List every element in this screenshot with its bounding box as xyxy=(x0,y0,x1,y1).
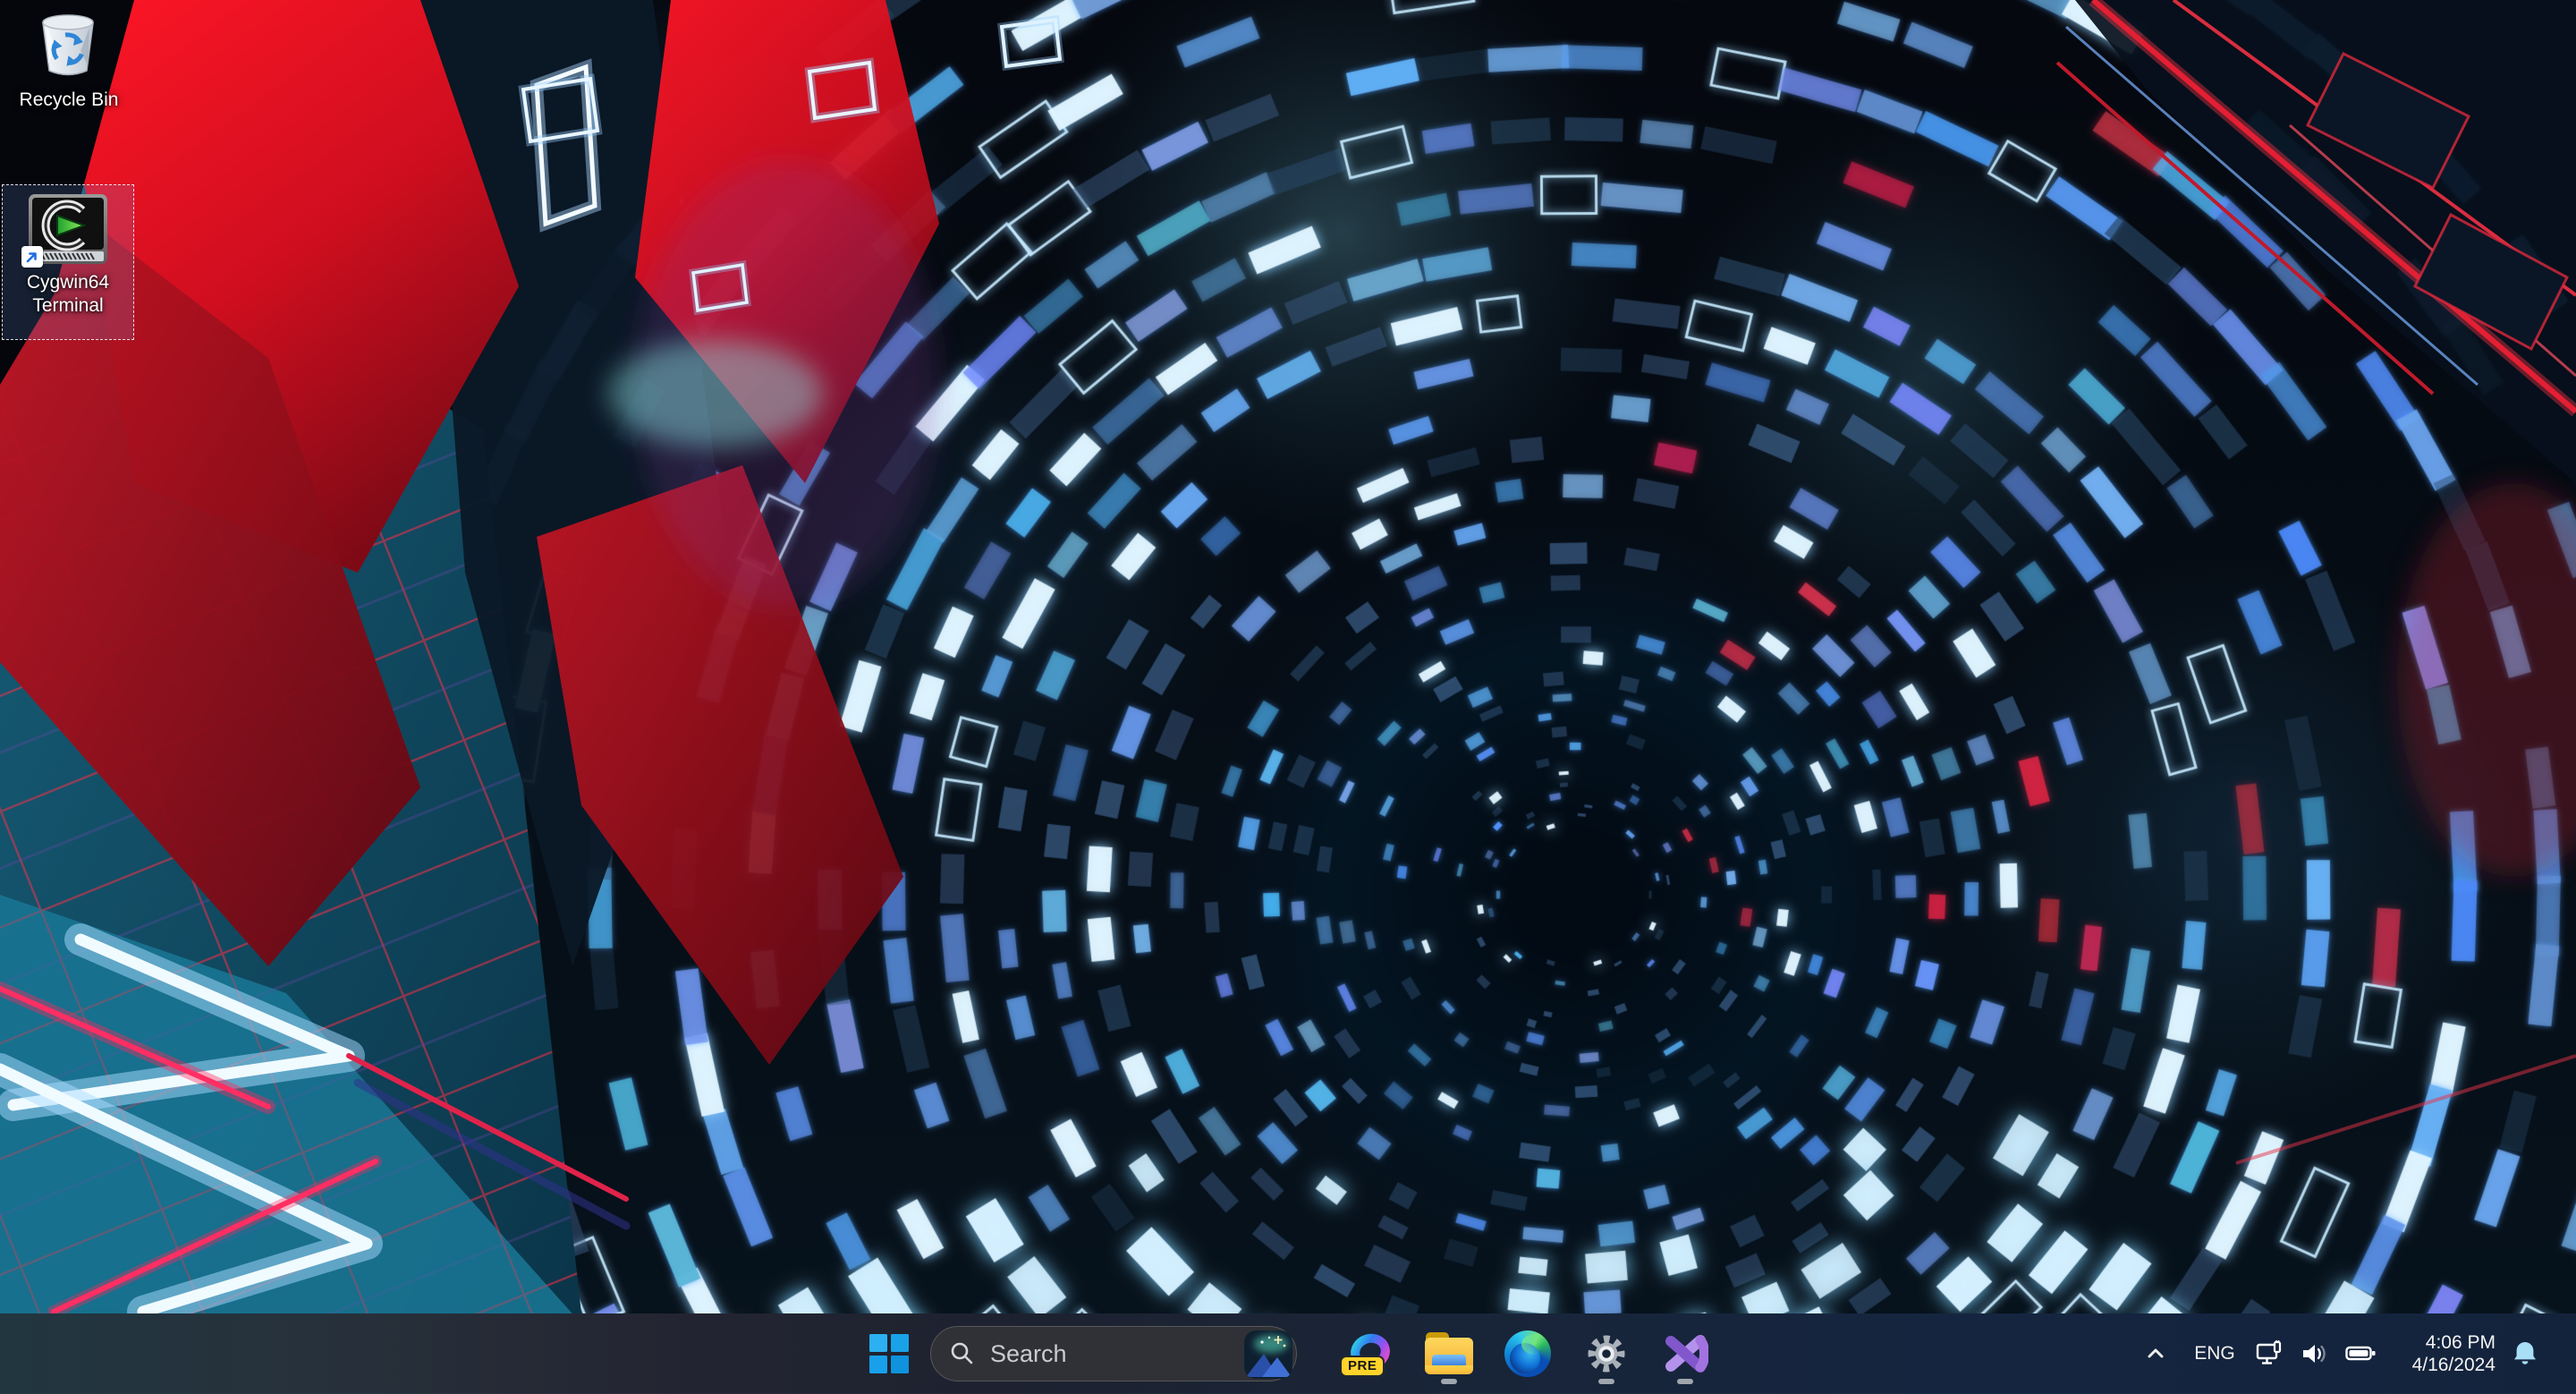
visual-studio-icon xyxy=(1662,1330,1708,1377)
notification-bell-icon xyxy=(2509,1338,2541,1370)
clock[interactable]: 4:06 PM 4/16/2024 xyxy=(2395,1326,2496,1381)
edge-icon xyxy=(1504,1330,1551,1377)
windows-logo-icon xyxy=(869,1334,909,1373)
taskbar-system-tray: ENG xyxy=(2136,1313,2546,1394)
language-label: ENG xyxy=(2194,1343,2235,1364)
network-display-icon xyxy=(2256,1340,2284,1367)
hidden-icons-chevron[interactable] xyxy=(2136,1326,2175,1381)
network-tray-button[interactable] xyxy=(2252,1326,2288,1381)
copilot-preview-badge: PRE xyxy=(1340,1356,1385,1377)
desktop-icon-label: Cygwin64 Terminal xyxy=(5,271,131,318)
taskbar-app-copilot[interactable]: PRE xyxy=(1342,1319,1399,1389)
taskbar-app-edge[interactable] xyxy=(1499,1319,1556,1389)
running-indicator xyxy=(1677,1379,1693,1384)
cygwin-terminal-icon xyxy=(27,192,109,266)
settings-gear-icon xyxy=(1583,1330,1630,1377)
taskbar-center-group: PRE xyxy=(860,1313,1714,1394)
desktop-icon-recycle-bin[interactable]: Recycle Bin xyxy=(5,4,132,149)
date-label: 4/16/2024 xyxy=(2395,1354,2496,1376)
search-highlights-image[interactable] xyxy=(1244,1330,1292,1379)
battery-icon xyxy=(2345,1340,2377,1367)
wallpaper-overlay xyxy=(0,0,2576,1394)
search-input[interactable] xyxy=(988,1339,1216,1369)
running-indicator xyxy=(1441,1379,1457,1384)
time-label: 4:06 PM xyxy=(2395,1331,2496,1354)
running-indicator xyxy=(1598,1379,1614,1384)
taskbar-app-settings[interactable] xyxy=(1578,1319,1635,1389)
desktop-icon-cygwin64-terminal[interactable]: Cygwin64 Terminal xyxy=(2,184,134,340)
taskbar: PRE xyxy=(0,1313,2576,1394)
desktop-screen: Recycle Bin xyxy=(0,0,2576,1394)
magnifier-icon xyxy=(949,1340,976,1367)
taskbar-app-visual-studio[interactable] xyxy=(1657,1319,1714,1389)
chevron-up-icon xyxy=(2145,1343,2166,1364)
taskbar-app-file-explorer[interactable] xyxy=(1420,1319,1478,1389)
search-box[interactable] xyxy=(930,1326,1297,1381)
battery-tray-button[interactable] xyxy=(2342,1326,2381,1381)
volume-tray-button[interactable] xyxy=(2297,1326,2333,1381)
start-button[interactable] xyxy=(860,1319,918,1389)
language-indicator[interactable]: ENG xyxy=(2191,1326,2238,1381)
desktop-icon-label: Recycle Bin xyxy=(6,89,131,112)
volume-icon xyxy=(2301,1340,2329,1367)
shortcut-arrow-icon xyxy=(21,246,43,268)
file-explorer-icon xyxy=(1425,1332,1473,1375)
recycle-bin-icon xyxy=(36,12,102,83)
notification-bell-button[interactable] xyxy=(2504,1326,2546,1381)
